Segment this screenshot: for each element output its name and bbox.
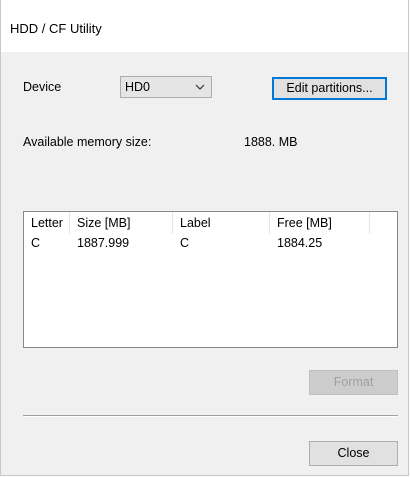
- cell-label: C: [180, 236, 190, 250]
- close-button[interactable]: Close: [309, 441, 398, 466]
- cell-size: 1887.999: [77, 236, 130, 250]
- cell-free: 1884.25: [277, 236, 323, 250]
- column-header-label[interactable]: Label: [173, 212, 270, 234]
- partitions-list[interactable]: Letter Size [MB] Label Free [MB] C 1887.…: [23, 211, 398, 348]
- table-row[interactable]: C 1887.999 C 1884.25: [24, 234, 397, 252]
- window-title: HDD / CF Utility: [10, 21, 102, 36]
- column-header-letter[interactable]: Letter: [24, 212, 70, 234]
- column-header-size[interactable]: Size [MB]: [70, 212, 173, 234]
- partitions-list-header: Letter Size [MB] Label Free [MB]: [24, 212, 397, 234]
- device-select-value: HD0: [125, 80, 151, 94]
- chevron-down-icon: [195, 84, 205, 90]
- device-select[interactable]: HD0: [120, 76, 212, 98]
- divider: [23, 415, 398, 417]
- cell-letter: C: [31, 236, 41, 250]
- format-button[interactable]: Format: [309, 370, 398, 395]
- available-memory-value: 1888. MB: [244, 135, 298, 149]
- device-label: Device: [23, 80, 62, 94]
- available-memory-label: Available memory size:: [23, 135, 152, 149]
- column-header-free[interactable]: Free [MB]: [270, 212, 370, 234]
- hdd-cf-utility-window: HDD / CF Utility Device HD0 Edit partiti…: [0, 0, 409, 476]
- title-bar[interactable]: HDD / CF Utility: [1, 0, 408, 52]
- edit-partitions-button[interactable]: Edit partitions...: [272, 77, 387, 100]
